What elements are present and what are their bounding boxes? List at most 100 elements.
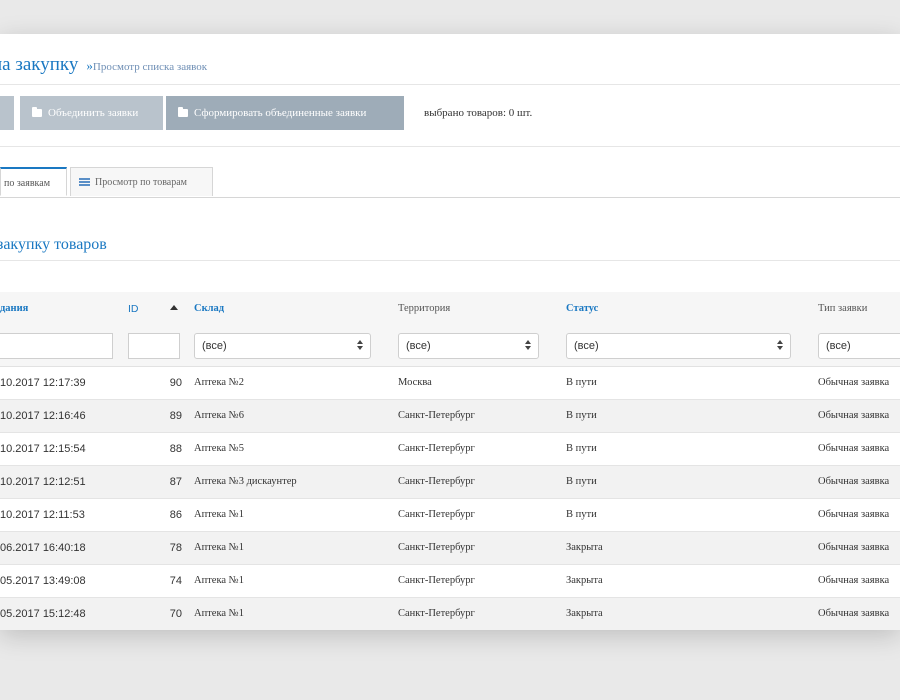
cell-type: Обычная заявка bbox=[818, 575, 890, 586]
section-divider bbox=[0, 260, 900, 261]
cell-territory: Москва bbox=[398, 377, 432, 388]
main-panel: на закупку »Просмотр списка заявок Объед… bbox=[0, 34, 900, 630]
cell-warehouse: Аптека №3 дискаунтер bbox=[194, 476, 297, 487]
cell-territory: Санкт-Петербург bbox=[398, 542, 475, 553]
section-heading: закупку товаров bbox=[0, 236, 107, 253]
column-header-status[interactable]: Статус bbox=[566, 292, 598, 326]
cell-warehouse: Аптека №1 bbox=[194, 575, 244, 586]
cell-warehouse: Аптека №6 bbox=[194, 410, 244, 421]
table-row[interactable]: 10.2017 12:17:39 90 Аптека №2 Москва В п… bbox=[0, 367, 900, 400]
table-row[interactable]: 10.2017 12:12:51 87 Аптека №3 дискаунтер… bbox=[0, 466, 900, 499]
header-divider bbox=[0, 84, 900, 85]
cell-status: Закрыта bbox=[566, 608, 603, 619]
cell-id: 74 bbox=[169, 575, 182, 587]
cell-date: 10.2017 12:12:51 bbox=[0, 476, 86, 488]
cell-territory: Санкт-Петербург bbox=[398, 575, 475, 586]
type-filter-value: (все) bbox=[826, 340, 851, 352]
territory-filter-select[interactable]: (все) bbox=[398, 333, 539, 359]
cell-status: Закрыта bbox=[566, 575, 603, 586]
list-icon bbox=[79, 178, 90, 186]
status-filter-value: (все) bbox=[574, 340, 599, 352]
merge-orders-button[interactable]: Объединить заявки bbox=[20, 96, 163, 130]
cell-type: Обычная заявка bbox=[818, 476, 890, 487]
cell-date: 06.2017 16:40:18 bbox=[0, 542, 86, 554]
territory-filter-value: (все) bbox=[406, 340, 431, 352]
cell-status: Закрыта bbox=[566, 542, 603, 553]
tab-by-goods-label: Просмотр по товарам bbox=[95, 177, 187, 188]
cell-type: Обычная заявка bbox=[818, 377, 890, 388]
table-row[interactable]: 05.2017 15:12:48 70 Аптека №1 Санкт-Пете… bbox=[0, 598, 900, 630]
view-tabs: по заявкам Просмотр по товарам bbox=[0, 165, 900, 198]
id-filter-input[interactable] bbox=[128, 333, 180, 359]
warehouse-filter-select[interactable]: (все) bbox=[194, 333, 371, 359]
cell-territory: Санкт-Петербург bbox=[398, 476, 475, 487]
select-arrows-icon bbox=[357, 339, 364, 353]
cell-date: 10.2017 12:15:54 bbox=[0, 443, 86, 455]
tab-by-goods[interactable]: Просмотр по товарам bbox=[70, 167, 213, 196]
column-header-type: Тип заявки bbox=[818, 303, 868, 314]
column-header-date[interactable]: дания bbox=[0, 292, 28, 326]
column-header-territory: Территория bbox=[398, 303, 451, 314]
cell-date: 10.2017 12:17:39 bbox=[0, 377, 86, 389]
tab-by-orders-label: по заявкам bbox=[4, 178, 51, 189]
cell-territory: Санкт-Петербург bbox=[398, 443, 475, 454]
cell-id: 89 bbox=[169, 410, 182, 422]
table-row[interactable]: 10.2017 12:15:54 88 Аптека №5 Санкт-Пете… bbox=[0, 433, 900, 466]
cell-id: 70 bbox=[169, 608, 182, 620]
type-filter-select[interactable]: (все) bbox=[818, 333, 900, 359]
cell-status: В пути bbox=[566, 410, 597, 421]
form-merged-orders-button[interactable]: Сформировать объединенные заявки bbox=[166, 96, 404, 130]
cell-warehouse: Аптека №1 bbox=[194, 542, 244, 553]
table-header: дания ID Склад Территория Статус Тип зая… bbox=[0, 292, 900, 326]
column-header-warehouse[interactable]: Склад bbox=[194, 292, 224, 326]
cell-id: 87 bbox=[169, 476, 182, 488]
cell-warehouse: Аптека №5 bbox=[194, 443, 244, 454]
cell-warehouse: Аптека №1 bbox=[194, 509, 244, 520]
select-arrows-icon bbox=[525, 339, 532, 353]
cell-date: 10.2017 12:11:53 bbox=[0, 509, 85, 521]
cell-warehouse: Аптека №2 bbox=[194, 377, 244, 388]
page-header: на закупку »Просмотр списка заявок bbox=[0, 54, 900, 80]
form-merged-orders-label: Сформировать объединенные заявки bbox=[194, 107, 367, 119]
cell-id: 78 bbox=[169, 542, 182, 554]
sort-asc-icon[interactable] bbox=[170, 305, 178, 310]
breadcrumb-text[interactable]: Просмотр списка заявок bbox=[93, 61, 207, 73]
toolbar-left-button[interactable] bbox=[0, 96, 14, 130]
cell-status: В пути bbox=[566, 509, 597, 520]
table-row[interactable]: 10.2017 12:11:53 86 Аптека №1 Санкт-Пете… bbox=[0, 499, 900, 532]
tab-by-orders[interactable]: по заявкам bbox=[0, 167, 67, 196]
cell-date: 05.2017 13:49:08 bbox=[0, 575, 86, 587]
warehouse-filter-value: (все) bbox=[202, 340, 227, 352]
cell-date: 05.2017 15:12:48 bbox=[0, 608, 86, 620]
breadcrumb: »Просмотр списка заявок bbox=[86, 58, 207, 73]
cell-type: Обычная заявка bbox=[818, 608, 890, 619]
cell-status: В пути bbox=[566, 377, 597, 388]
cell-id: 86 bbox=[169, 509, 182, 521]
cell-status: В пути bbox=[566, 476, 597, 487]
cell-type: Обычная заявка bbox=[818, 443, 890, 454]
cell-id: 88 bbox=[169, 443, 182, 455]
selected-count: выбрано товаров: 0 шт. bbox=[424, 107, 533, 119]
date-filter-input[interactable] bbox=[0, 333, 113, 359]
table-row[interactable]: 05.2017 13:49:08 74 Аптека №1 Санкт-Пете… bbox=[0, 565, 900, 598]
table-row[interactable]: 10.2017 12:16:46 89 Аптека №6 Санкт-Пете… bbox=[0, 400, 900, 433]
toolbar-divider bbox=[0, 146, 900, 147]
status-filter-select[interactable]: (все) bbox=[566, 333, 791, 359]
cell-warehouse: Аптека №1 bbox=[194, 608, 244, 619]
table-row[interactable]: 06.2017 16:40:18 78 Аптека №1 Санкт-Пете… bbox=[0, 532, 900, 565]
cell-territory: Санкт-Петербург bbox=[398, 509, 475, 520]
cell-type: Обычная заявка bbox=[818, 542, 890, 553]
filter-row: (все) (все) (все) (все) bbox=[0, 326, 900, 367]
cell-date: 10.2017 12:16:46 bbox=[0, 410, 86, 422]
cell-territory: Санкт-Петербург bbox=[398, 410, 475, 421]
folder-icon bbox=[178, 107, 188, 117]
cell-type: Обычная заявка bbox=[818, 509, 890, 520]
cell-territory: Санкт-Петербург bbox=[398, 608, 475, 619]
column-header-id[interactable]: ID bbox=[128, 292, 139, 326]
cell-id: 90 bbox=[169, 377, 182, 389]
page-title: на закупку bbox=[0, 54, 79, 75]
cell-status: В пути bbox=[566, 443, 597, 454]
folder-icon bbox=[32, 107, 42, 117]
cell-type: Обычная заявка bbox=[818, 410, 890, 421]
toolbar: Объединить заявки Сформировать объединен… bbox=[0, 96, 900, 130]
